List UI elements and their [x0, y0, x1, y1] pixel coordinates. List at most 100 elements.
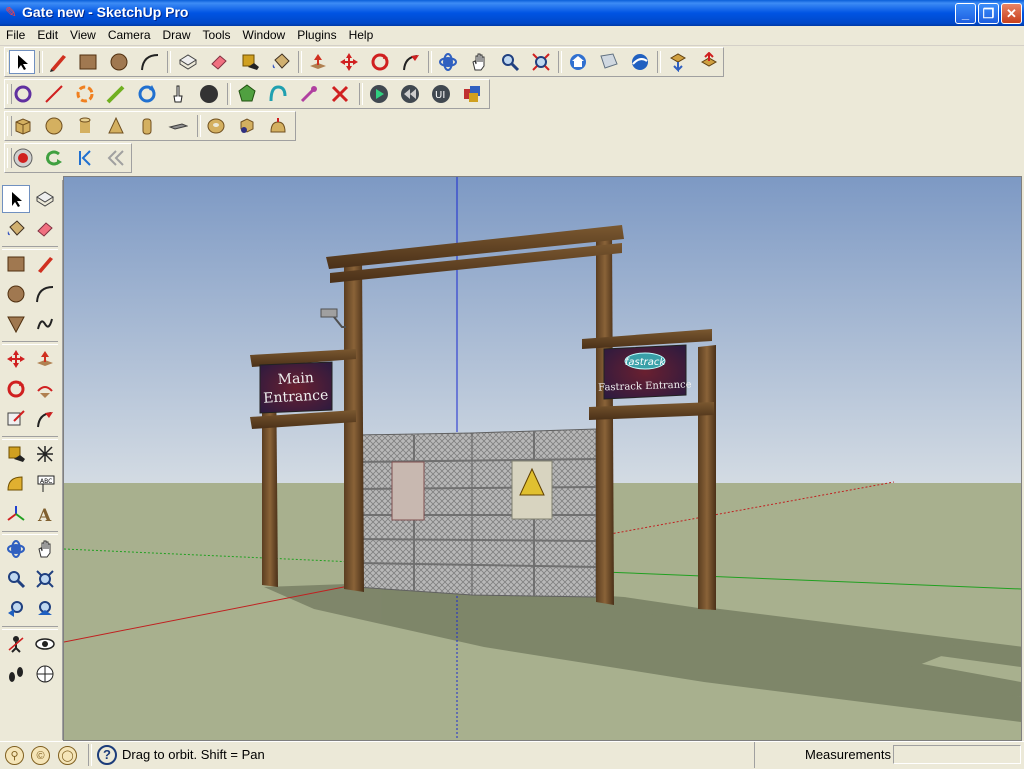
left-text-button[interactable]: ABC [31, 470, 59, 498]
ui-button[interactable]: UI [428, 82, 454, 106]
make-component-button[interactable] [175, 50, 201, 74]
black-circle-button[interactable] [196, 82, 222, 106]
menu-help[interactable]: Help [343, 26, 380, 42]
left-polygon-button[interactable] [2, 310, 30, 338]
push-pull-button[interactable] [305, 50, 331, 74]
rotate-orange-button[interactable] [72, 82, 98, 106]
left-lookaround-button[interactable] [31, 630, 59, 658]
box-button[interactable] [10, 114, 36, 138]
left-freehand-button[interactable] [31, 310, 59, 338]
close-button[interactable]: ✕ [1001, 3, 1022, 24]
helix-button[interactable] [234, 114, 260, 138]
google-earth-button[interactable] [627, 50, 653, 74]
cone-button[interactable] [103, 114, 129, 138]
magnet-button[interactable] [296, 82, 322, 106]
select-tool-button[interactable] [9, 50, 35, 74]
sphere-button[interactable] [41, 114, 67, 138]
minimize-button[interactable]: _ [955, 3, 976, 24]
left-component-button[interactable] [31, 185, 59, 213]
left-dimension-button[interactable] [31, 440, 59, 468]
left-paint-button[interactable] [2, 215, 30, 243]
left-pushpull-button[interactable] [31, 345, 59, 373]
menu-camera[interactable]: Camera [102, 26, 157, 42]
pencil-tool-button[interactable] [45, 50, 71, 74]
cyan-curve-button[interactable] [265, 82, 291, 106]
left-pan-button[interactable] [31, 535, 59, 563]
zoom-extents-button[interactable] [528, 50, 554, 74]
share-model-button[interactable] [596, 50, 622, 74]
left-followme-button[interactable] [31, 375, 59, 403]
follow-me-button[interactable] [398, 50, 424, 74]
record-button[interactable] [10, 146, 36, 170]
move-tool-button[interactable] [336, 50, 362, 74]
left-arc-button[interactable] [31, 280, 59, 308]
get-component-button[interactable] [665, 50, 691, 74]
menu-draw[interactable]: Draw [157, 26, 197, 42]
pan-tool-button[interactable] [466, 50, 492, 74]
scene-canvas[interactable]: Main Entrance fastrack Fastrack Entrance [64, 177, 1021, 740]
cylinder-button[interactable] [72, 114, 98, 138]
dome-button[interactable] [265, 114, 291, 138]
measurements-input[interactable] [893, 745, 1021, 764]
rotate-tool-button[interactable] [367, 50, 393, 74]
left-axes-button[interactable] [2, 500, 30, 528]
menu-file[interactable]: File [0, 26, 31, 42]
rotate-x-button[interactable] [10, 82, 36, 106]
left-prevview-button[interactable] [2, 595, 30, 623]
menu-window[interactable]: Window [237, 26, 292, 42]
left-zoom-button[interactable] [2, 565, 30, 593]
refresh-button[interactable] [134, 82, 160, 106]
menu-plugins[interactable]: Plugins [291, 26, 342, 42]
dice-button[interactable] [459, 82, 485, 106]
plate-button[interactable] [165, 114, 191, 138]
circle-tool-button[interactable] [106, 50, 132, 74]
left-walk-button[interactable] [2, 660, 30, 688]
maximize-button[interactable]: ❐ [978, 3, 999, 24]
rewind-button[interactable] [397, 82, 423, 106]
torus-button[interactable] [203, 114, 229, 138]
paint-bucket-button[interactable] [268, 50, 294, 74]
menu-tools[interactable]: Tools [197, 26, 237, 42]
line-tool-button[interactable] [41, 82, 67, 106]
left-scale-button[interactable] [2, 405, 30, 433]
menu-edit[interactable]: Edit [31, 26, 64, 42]
eraser-tool-button[interactable] [206, 50, 232, 74]
left-move-button[interactable] [2, 345, 30, 373]
skip-back-button[interactable] [72, 146, 98, 170]
geo-location-icon[interactable]: ⚲ [5, 746, 24, 765]
left-offset-button[interactable] [31, 405, 59, 433]
left-section-button[interactable] [31, 660, 59, 688]
left-zoomwindow-button[interactable] [31, 565, 59, 593]
zoom-tool-button[interactable] [497, 50, 523, 74]
rectangle-tool-button[interactable] [75, 50, 101, 74]
cross-button[interactable] [327, 82, 353, 106]
left-3dtext-button[interactable]: A [31, 500, 59, 528]
left-line-button[interactable] [31, 250, 59, 278]
credits-icon[interactable]: © [31, 746, 50, 765]
left-orbit-button[interactable] [2, 535, 30, 563]
tube-button[interactable] [134, 114, 160, 138]
loop-button[interactable] [41, 146, 67, 170]
left-eraser-button[interactable] [31, 215, 59, 243]
green-gem-button[interactable] [234, 82, 260, 106]
rewind-double-button[interactable] [103, 146, 129, 170]
left-tape-button[interactable] [2, 440, 30, 468]
share-component-button[interactable] [696, 50, 722, 74]
left-rotate-button[interactable] [2, 375, 30, 403]
left-zoomextents-button[interactable] [31, 595, 59, 623]
help-icon[interactable]: ? [97, 745, 117, 765]
user-icon[interactable]: ◯ [58, 746, 77, 765]
get-models-button[interactable] [565, 50, 591, 74]
model-viewport[interactable]: Main Entrance fastrack Fastrack Entrance [63, 176, 1022, 741]
hand-pointer-button[interactable] [165, 82, 191, 106]
arc-tool-button[interactable] [137, 50, 163, 74]
left-protractor-button[interactable] [2, 470, 30, 498]
menu-view[interactable]: View [64, 26, 102, 42]
left-camera-button[interactable] [2, 630, 30, 658]
play-button[interactable] [366, 82, 392, 106]
pen-tool-button[interactable] [103, 82, 129, 106]
tape-measure-button[interactable] [237, 50, 263, 74]
left-rectangle-button[interactable] [2, 250, 30, 278]
left-circle-button[interactable] [2, 280, 30, 308]
left-select-button[interactable] [2, 185, 30, 213]
